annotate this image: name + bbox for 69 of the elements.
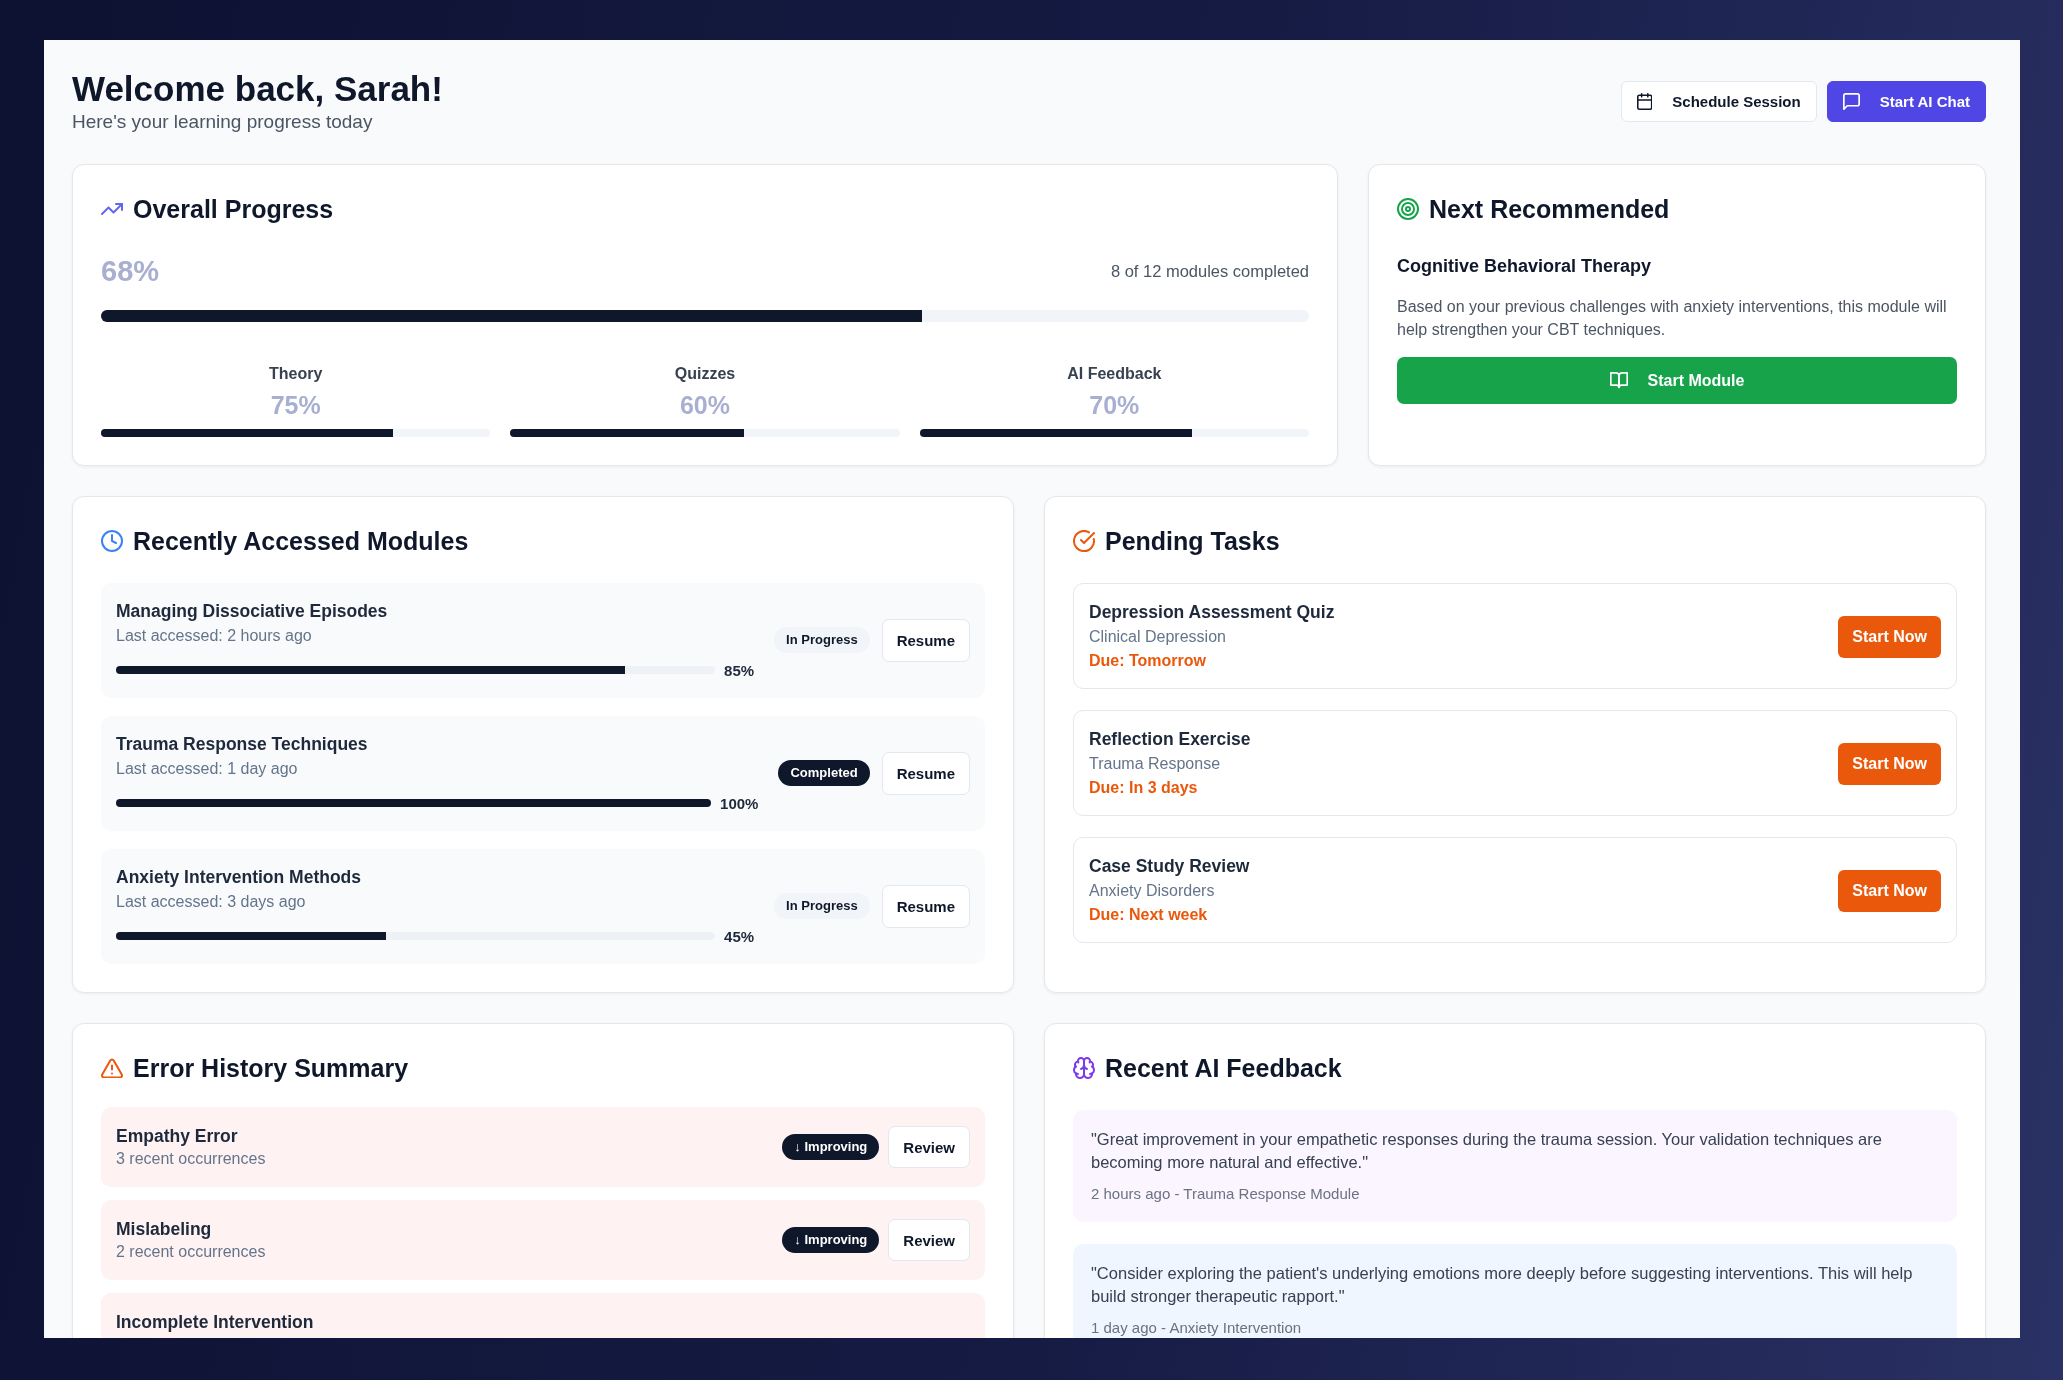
- start-now-button[interactable]: Start Now: [1838, 869, 1941, 912]
- task-title: Depression Assessment Quiz: [1089, 601, 1335, 624]
- category-label: Theory: [269, 364, 323, 384]
- resume-button[interactable]: Resume: [881, 751, 970, 795]
- modules-completed-text: 8 of 12 modules completed: [1110, 261, 1309, 281]
- error-title: Incomplete Intervention: [116, 1311, 314, 1334]
- due-date-text: Due: Next week: [1089, 905, 1209, 925]
- resume-button[interactable]: Resume: [881, 884, 970, 928]
- occurrences-text: 3 recent occurrences: [116, 1149, 266, 1169]
- last-accessed-text: Last accessed: 3 days ago: [116, 892, 307, 912]
- trending-up-icon: [101, 203, 123, 215]
- feedback-meta: 1 day ago - Anxiety Intervention: [1091, 1318, 1303, 1338]
- target-icon: [1397, 198, 1419, 220]
- feedback-quote: "Great improvement in your empathetic responses during the trauma session. Your validation techniques are becoming more natural and effective.": [1091, 1129, 1883, 1173]
- trend-badge: ↓ Improving: [782, 1134, 880, 1160]
- error-title: Empathy Error: [116, 1125, 239, 1148]
- recommended-module-title: Cognitive Behavioral Therapy: [1397, 255, 1653, 278]
- occurrences-text: 2 recent occurrences: [116, 1242, 266, 1262]
- feedback-meta: 2 hours ago - Trauma Response Module: [1091, 1184, 1361, 1204]
- last-accessed-text: Last accessed: 2 hours ago: [116, 626, 313, 646]
- category-label: AI Feedback: [1067, 364, 1162, 384]
- progress-percent: 85%: [724, 661, 755, 679]
- brain-icon: [1073, 1057, 1095, 1079]
- feedback-quote: "Consider exploring the patient's underlying emotions more deeply before suggesting interventions. This will help build stronger therapeutic rapport.": [1091, 1263, 1914, 1307]
- task-category: Anxiety Disorders: [1089, 881, 1216, 901]
- status-badge: Completed: [778, 760, 870, 786]
- category-percent: 60%: [679, 391, 730, 419]
- task-title: Reflection Exercise: [1089, 728, 1251, 751]
- due-date-text: Due: Tomorrow: [1089, 651, 1208, 671]
- status-badge: In Progress: [774, 893, 870, 919]
- start-now-button[interactable]: Start Now: [1838, 615, 1941, 658]
- start-now-button[interactable]: Start Now: [1838, 742, 1941, 785]
- progress-percent: 45%: [724, 927, 755, 945]
- module-title: Managing Dissociative Episodes: [116, 600, 389, 623]
- error-title: Mislabeling: [116, 1218, 213, 1241]
- schedule-button[interactable]: Schedule Session: [1620, 80, 1817, 122]
- trend-badge: ↓ Improving: [782, 1227, 880, 1253]
- due-date-text: Due: In 3 days: [1089, 778, 1199, 798]
- check-circle-icon: [1073, 530, 1095, 552]
- open-book-icon: [1609, 372, 1628, 389]
- category-label: Quizzes: [674, 364, 736, 384]
- resume-button[interactable]: Resume: [881, 618, 970, 662]
- chat-bubble-icon: [1842, 92, 1860, 110]
- task-title: Case Study Review: [1089, 855, 1250, 878]
- review-button[interactable]: Review: [888, 1126, 970, 1168]
- card-title: Recently Accessed Modules: [133, 526, 469, 557]
- card-title: Next Recommended: [1429, 194, 1670, 225]
- card-title: Error History Summary: [133, 1053, 409, 1084]
- category-percent: 70%: [1089, 391, 1140, 419]
- module-title: Anxiety Intervention Methods: [116, 866, 363, 889]
- status-badge: In Progress: [774, 627, 870, 653]
- last-accessed-text: Last accessed: 1 day ago: [116, 759, 299, 779]
- progress-percent: 100%: [720, 794, 759, 812]
- calendar-icon: [1636, 92, 1653, 110]
- task-category: Trauma Response: [1089, 754, 1222, 774]
- card-title: Overall Progress: [133, 194, 334, 225]
- category-percent: 75%: [270, 391, 321, 419]
- task-category: Clinical Depression: [1089, 627, 1227, 647]
- subtitle-text: Here's your learning progress today: [72, 110, 374, 134]
- clock-icon: [101, 530, 123, 552]
- overall-percent: 68%: [101, 254, 160, 288]
- review-button[interactable]: Review: [888, 1219, 970, 1261]
- card-title: Recent AI Feedback: [1105, 1053, 1342, 1084]
- recommendation-text: Based on your previous challenges with anxiety interventions, this module will help strengthen your CBT techniques.: [1397, 297, 1948, 340]
- ai-chat-button[interactable]: Start AI Chat: [1826, 80, 1986, 122]
- module-title: Trauma Response Techniques: [116, 733, 369, 756]
- welcome-heading: Welcome back, Sarah!: [72, 68, 443, 110]
- card-title: Pending Tasks: [1105, 526, 1280, 557]
- warning-icon: [101, 1057, 123, 1079]
